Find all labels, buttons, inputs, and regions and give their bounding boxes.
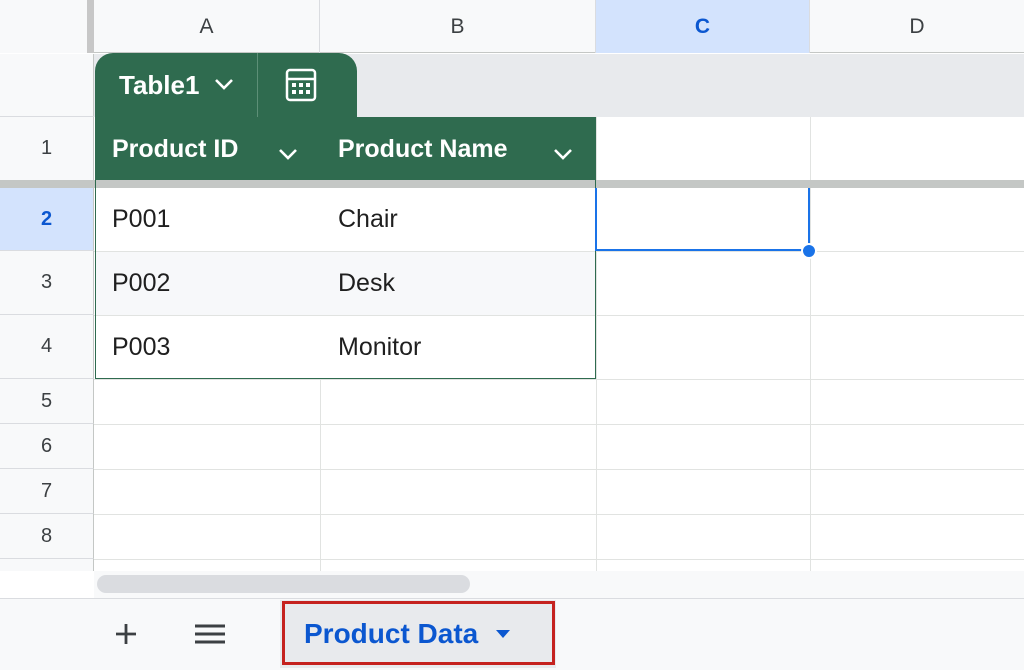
column-header-b[interactable]: B: [320, 0, 596, 53]
sheet-tab-product-data[interactable]: Product Data: [280, 600, 556, 668]
fill-handle[interactable]: [801, 243, 817, 259]
gridline: [94, 379, 1024, 380]
freeze-bar-horizontal[interactable]: [0, 180, 1024, 188]
table-header-product-id[interactable]: Product ID: [95, 117, 321, 181]
chevron-down-icon[interactable]: [213, 74, 235, 97]
table-header-label: Product ID: [112, 134, 239, 163]
row-header-7[interactable]: 7: [0, 469, 94, 514]
row-header-blank: [0, 54, 94, 117]
selected-cell-c2[interactable]: [595, 188, 810, 251]
table-chip[interactable]: Table1: [95, 53, 357, 117]
freeze-handle-vertical[interactable]: [87, 0, 94, 53]
row-header-2[interactable]: 2: [0, 188, 94, 251]
row-header-8[interactable]: 8: [0, 514, 94, 559]
calculator-icon[interactable]: [258, 53, 344, 117]
gridline: [94, 559, 1024, 560]
sheet-tab-label[interactable]: Product Data: [280, 618, 478, 650]
column-header-c[interactable]: C: [596, 0, 810, 53]
row-header-1[interactable]: 1: [0, 117, 94, 181]
row-header-5[interactable]: 5: [0, 379, 94, 424]
gridline: [320, 379, 321, 571]
plus-icon[interactable]: [104, 612, 148, 656]
gridline: [94, 424, 1024, 425]
row-header-6[interactable]: 6: [0, 424, 94, 469]
table-name[interactable]: Table1: [95, 70, 199, 101]
row-header-3[interactable]: 3: [0, 251, 94, 315]
table-cell[interactable]: P002: [95, 252, 321, 315]
table-cell[interactable]: Desk: [321, 252, 596, 315]
gridline: [94, 514, 1024, 515]
table-cell[interactable]: Chair: [321, 188, 596, 251]
horizontal-scrollbar-thumb[interactable]: [97, 575, 470, 593]
select-all-corner[interactable]: [0, 0, 94, 53]
column-header-d[interactable]: D: [810, 0, 1024, 53]
chevron-down-icon[interactable]: [277, 139, 299, 168]
gridline: [94, 469, 1024, 470]
chevron-down-icon[interactable]: [552, 139, 574, 168]
triangle-down-icon[interactable]: [496, 630, 511, 638]
table-cell[interactable]: P001: [95, 188, 321, 251]
row-header-partial: [0, 559, 94, 571]
row-header-4[interactable]: 4: [0, 315, 94, 379]
column-header-a[interactable]: A: [94, 0, 320, 53]
table-cell[interactable]: P003: [95, 316, 321, 379]
table-header-product-name[interactable]: Product Name: [321, 117, 596, 181]
table-header-label: Product Name: [338, 134, 508, 163]
table-cell[interactable]: Monitor: [321, 316, 596, 379]
menu-icon[interactable]: [188, 612, 232, 656]
